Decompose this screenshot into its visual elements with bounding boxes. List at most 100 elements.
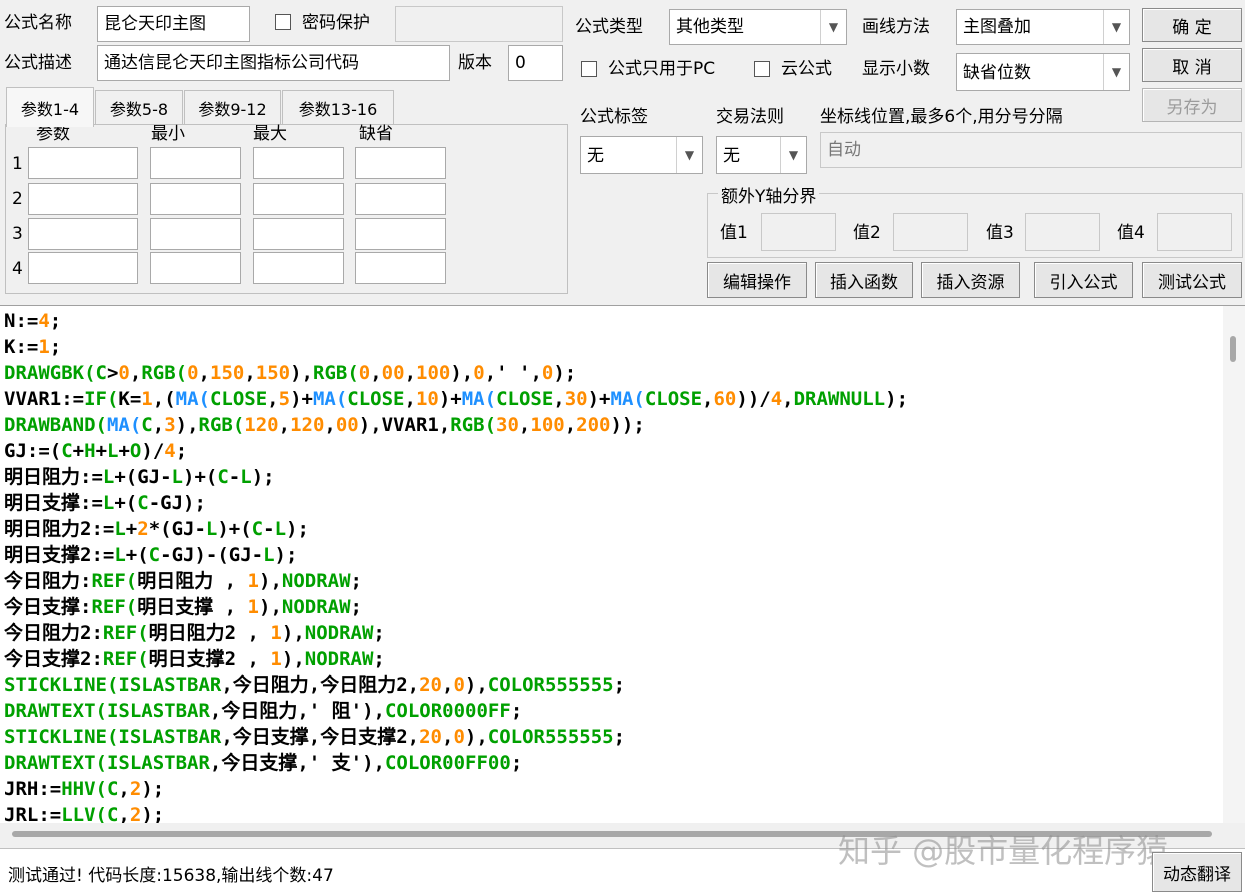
horizontal-scroll-thumb[interactable] — [12, 831, 1212, 837]
code-token: MA( — [175, 388, 210, 410]
tab-params-13-16[interactable]: 参数13-16 — [282, 90, 394, 124]
code-line[interactable]: STICKLINE(ISLASTBAR,今日支撑,今日支撑2,20,0),COL… — [4, 724, 1219, 750]
param3-min-input[interactable] — [150, 218, 241, 250]
code-token: COLOR00FF00 — [384, 752, 511, 774]
import-formula-button[interactable]: 引入公式 — [1034, 262, 1133, 298]
param1-default-input[interactable] — [355, 147, 446, 179]
param4-min-input[interactable] — [150, 252, 241, 284]
formula-tag-value: 无 — [587, 146, 604, 166]
formula-type-select[interactable]: 其他类型 ▼ — [669, 9, 847, 45]
param2-default-input[interactable] — [355, 183, 446, 215]
code-token: ), — [281, 622, 305, 644]
code-token: REF( — [91, 596, 138, 618]
code-token: ); — [141, 778, 165, 800]
test-formula-button[interactable]: 测试公式 — [1142, 262, 1242, 298]
param1-min-input[interactable] — [150, 147, 241, 179]
code-line[interactable]: 明日阻力2:=L+2*(GJ-L)+(C-L); — [4, 516, 1219, 542]
param2-max-input[interactable] — [253, 183, 344, 215]
dynamic-translate-button[interactable]: 动态翻译 — [1152, 852, 1242, 892]
code-token: NODRAW — [304, 648, 374, 670]
code-token: CLOSE — [496, 388, 554, 410]
chevron-down-icon[interactable]: ▼ — [1103, 10, 1129, 44]
code-token: DRAWBAND( — [4, 414, 107, 436]
code-line[interactable]: 今日阻力:REF(明日阻力 , 1),NODRAW; — [4, 568, 1219, 594]
insert-function-button[interactable]: 插入函数 — [815, 262, 913, 298]
code-line[interactable]: STICKLINE(ISLASTBAR,今日阻力,今日阻力2,20,0),COL… — [4, 672, 1219, 698]
vertical-scrollbar[interactable] — [1223, 306, 1245, 823]
tab-params-1-4[interactable]: 参数1-4 — [6, 87, 94, 127]
ok-button[interactable]: 确 定 — [1142, 8, 1242, 42]
code-token: L — [114, 518, 126, 540]
param4-default-input[interactable] — [355, 252, 446, 284]
code-line[interactable]: DRAWTEXT(ISLASTBAR,今日阻力,' 阻'),COLOR0000F… — [4, 698, 1219, 724]
param2-name-input[interactable] — [28, 183, 138, 215]
version-input[interactable]: 0 — [508, 45, 563, 81]
trade-rule-select[interactable]: 无 ▼ — [716, 136, 807, 174]
code-token: + — [72, 440, 85, 462]
value2-input[interactable] — [893, 213, 968, 251]
vertical-scroll-thumb[interactable] — [1230, 336, 1236, 362]
code-token: , — [129, 362, 142, 384]
param1-max-input[interactable] — [253, 147, 344, 179]
code-token: L — [102, 466, 115, 488]
code-line[interactable]: 今日支撑:REF(明日支撑 , 1),NODRAW; — [4, 594, 1219, 620]
cloud-formula-checkbox[interactable] — [754, 61, 770, 77]
param4-max-input[interactable] — [253, 252, 344, 284]
pc-only-checkbox[interactable] — [581, 61, 597, 77]
param3-name-input[interactable] — [28, 218, 138, 250]
code-line[interactable]: DRAWTEXT(ISLASTBAR,今日支撑,' 支'),COLOR00FF0… — [4, 750, 1219, 776]
code-token: , — [324, 414, 336, 436]
code-token: L — [274, 518, 287, 540]
param2-min-input[interactable] — [150, 183, 241, 215]
param-row-number: 1 — [12, 154, 23, 174]
code-line[interactable]: N:=4; — [4, 308, 1219, 334]
cancel-button[interactable]: 取 消 — [1142, 48, 1242, 82]
chevron-down-icon[interactable]: ▼ — [820, 10, 846, 44]
decimals-select[interactable]: 缺省位数 ▼ — [956, 53, 1130, 91]
formula-name-label: 公式名称 — [4, 13, 72, 33]
chevron-down-icon[interactable]: ▼ — [780, 137, 806, 173]
code-line[interactable]: 明日阻力:=L+(GJ-L)+(C-L); — [4, 464, 1219, 490]
code-text[interactable]: N:=4; K:=1; DRAWGBK(C>0,RGB(0,150,150),RGB… — [4, 308, 1219, 828]
code-token: , — [404, 362, 417, 384]
param3-max-input[interactable] — [253, 218, 344, 250]
code-token: , — [118, 778, 130, 800]
code-line[interactable]: 今日阻力2:REF(明日阻力2 , 1),NODRAW; — [4, 620, 1219, 646]
code-token: +(GJ- — [114, 466, 172, 488]
code-line[interactable]: 明日支撑2:=L+(C-GJ)-(GJ-L); — [4, 542, 1219, 568]
code-line[interactable]: VVAR1:=IF(K=1,(MA(CLOSE,5)+MA(CLOSE,10)+… — [4, 386, 1219, 412]
chevron-down-icon[interactable]: ▼ — [676, 137, 702, 173]
code-line[interactable]: GJ:=(C+H+L+O)/4; — [4, 438, 1219, 464]
formula-tag-select[interactable]: 无 ▼ — [580, 136, 703, 174]
coord-line-input: 自动 — [820, 132, 1242, 168]
tab-params-9-12[interactable]: 参数9-12 — [184, 90, 281, 124]
value3-input[interactable] — [1025, 213, 1100, 251]
code-token: 100 — [416, 362, 451, 384]
draw-method-select[interactable]: 主图叠加 ▼ — [956, 9, 1130, 45]
edit-ops-button[interactable]: 编辑操作 — [707, 262, 807, 298]
value1-input[interactable] — [761, 213, 836, 251]
chevron-down-icon[interactable]: ▼ — [1103, 54, 1129, 90]
insert-resource-button[interactable]: 插入资源 — [921, 262, 1020, 298]
code-token: 明日支撑:= — [4, 492, 103, 514]
tab-params-5-8[interactable]: 参数5-8 — [95, 90, 183, 124]
formula-name-input[interactable]: 昆仑天印主图 — [97, 6, 250, 42]
password-protect-checkbox[interactable] — [275, 14, 291, 30]
code-line[interactable]: 明日支撑:=L+(C-GJ); — [4, 490, 1219, 516]
value4-input[interactable] — [1157, 213, 1232, 251]
code-token: , — [152, 414, 165, 436]
code-token: 0 — [187, 362, 199, 384]
param1-name-input[interactable] — [28, 147, 138, 179]
code-line[interactable]: K:=1; — [4, 334, 1219, 360]
code-line[interactable]: DRAWGBK(C>0,RGB(0,150,150),RGB(0,00,100)… — [4, 360, 1219, 386]
code-token: 00 — [335, 414, 359, 436]
horizontal-scrollbar[interactable] — [0, 823, 1225, 845]
code-line[interactable]: DRAWBAND(MA(C,3),RGB(120,120,00),VVAR1,R… — [4, 412, 1219, 438]
code-editor[interactable]: N:=4; K:=1; DRAWGBK(C>0,RGB(0,150,150),RGB… — [0, 305, 1245, 826]
save-as-button[interactable]: 另存为 — [1142, 88, 1242, 122]
formula-desc-input[interactable]: 通达信昆仑天印主图指标公司代码 — [97, 45, 450, 81]
param4-name-input[interactable] — [28, 252, 138, 284]
code-line[interactable]: 今日支撑2:REF(明日支撑2 , 1),NODRAW; — [4, 646, 1219, 672]
param3-default-input[interactable] — [355, 218, 446, 250]
code-line[interactable]: JRH:=HHV(C,2); — [4, 776, 1219, 802]
